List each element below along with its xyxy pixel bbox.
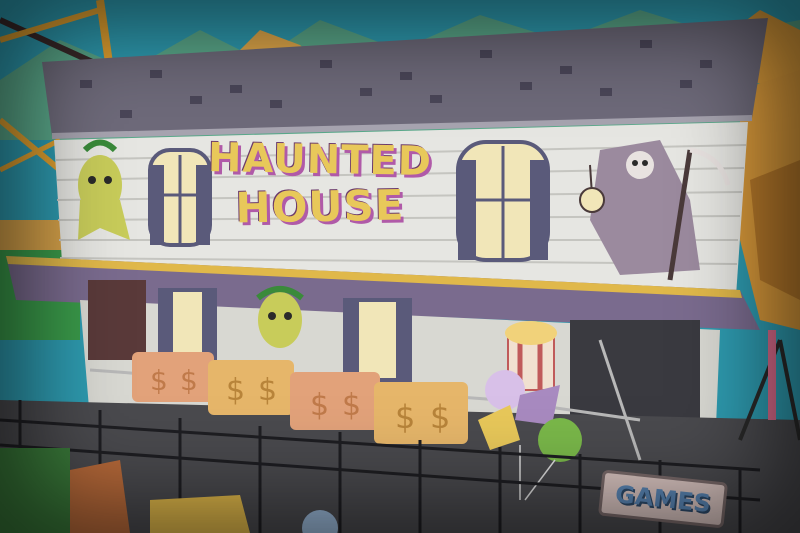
crate (70, 460, 130, 533)
svg-text:$: $ (180, 364, 198, 397)
ride-cart: $ $ (374, 382, 468, 444)
scene-graphics: $ $ $ $ $ $ $ $ (0, 0, 800, 533)
sign-line-house: HOUSE (235, 180, 405, 233)
ride-cart: $ $ (132, 352, 214, 402)
ride-cart: $ $ (208, 360, 294, 415)
svg-text:$: $ (150, 364, 168, 397)
svg-text:$: $ (310, 388, 329, 423)
svg-text:$: $ (226, 373, 245, 408)
svg-text:$: $ (395, 398, 415, 436)
game-scene: $ $ $ $ $ $ $ $ HAUNTED HOUSE GAMES (0, 0, 800, 533)
sign-line-haunted: HAUNTED (207, 135, 433, 185)
svg-text:$: $ (430, 398, 450, 436)
svg-text:$: $ (342, 388, 361, 423)
window-lower-middle (343, 298, 412, 382)
trash-bin (0, 448, 70, 533)
foreground-prop (150, 495, 250, 533)
svg-text:$: $ (258, 373, 277, 408)
window-upper-right (456, 140, 550, 262)
ride-cart: $ $ (290, 372, 380, 430)
entrance-door (88, 280, 146, 360)
haunted-house-sign: HAUNTED HOUSE (190, 135, 450, 233)
